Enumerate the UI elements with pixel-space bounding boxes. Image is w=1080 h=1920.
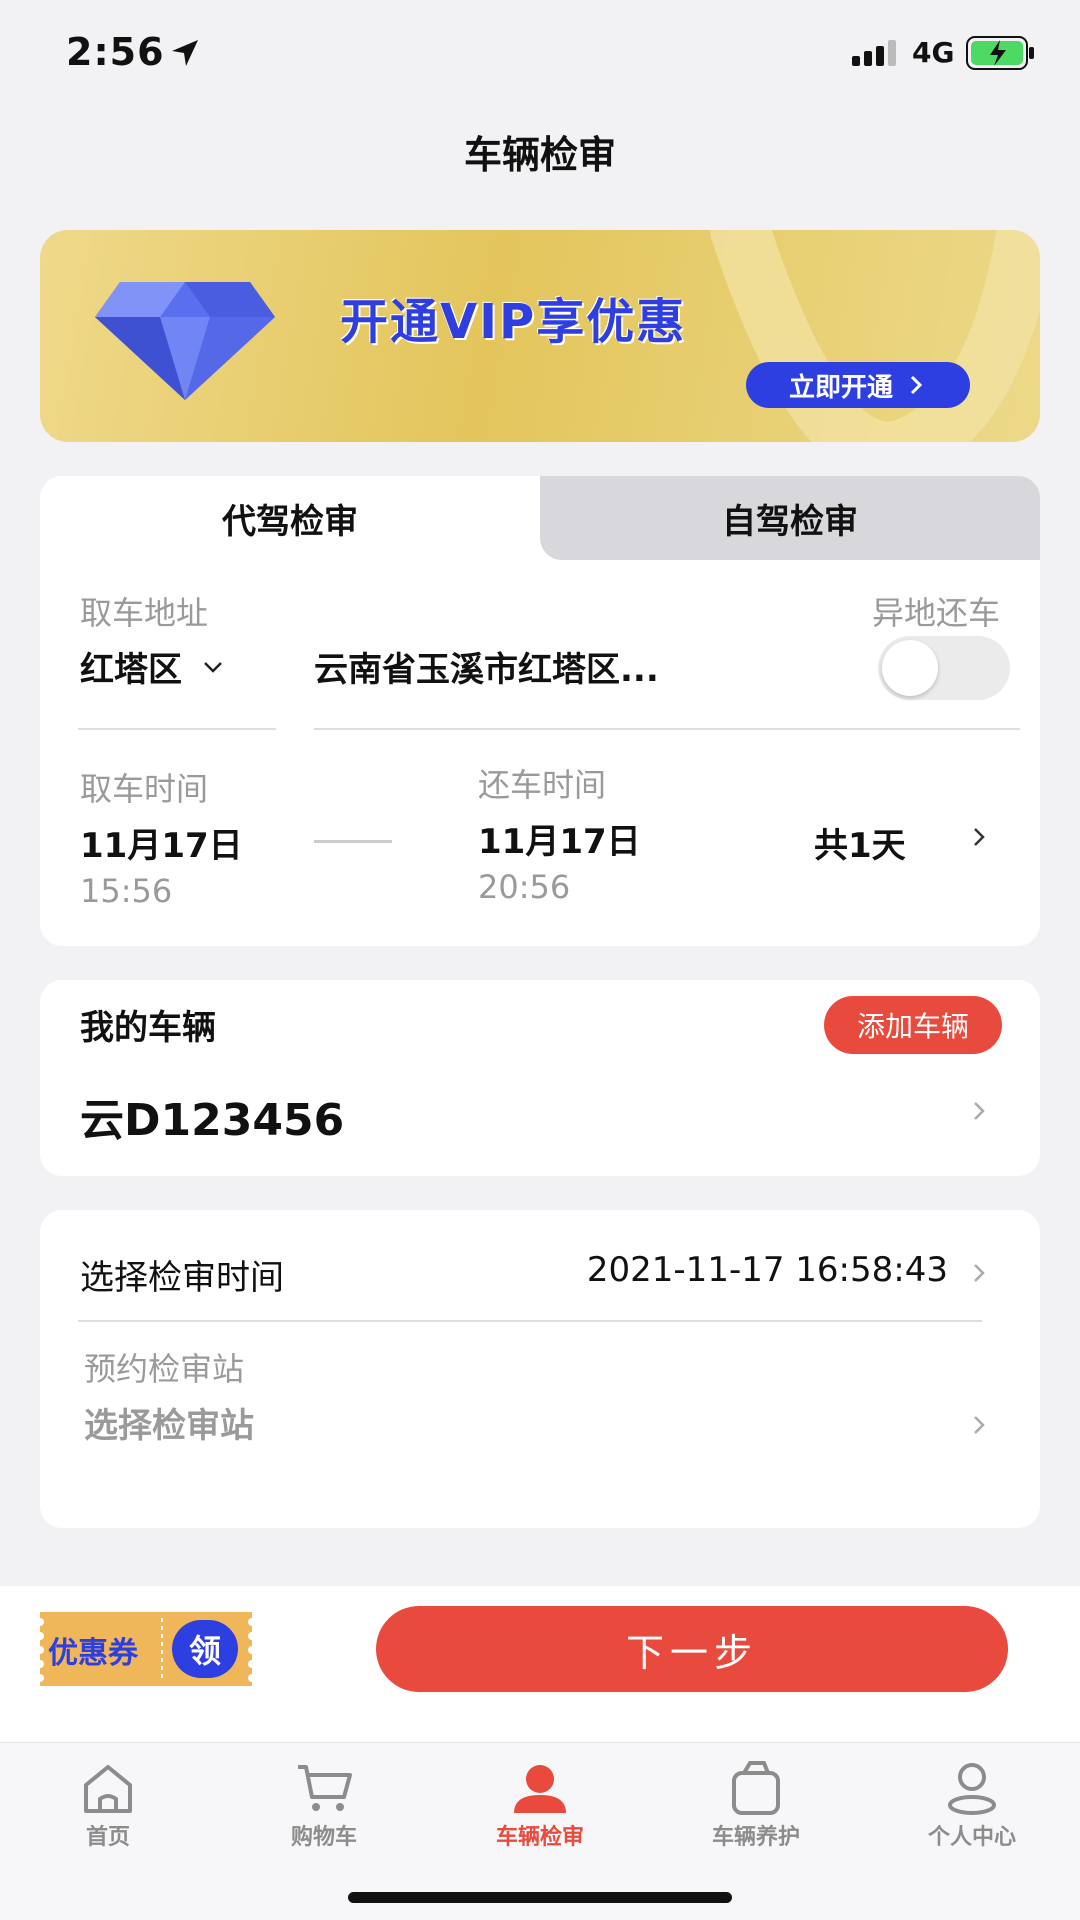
location-arrow-icon: [172, 40, 198, 66]
page-title: 车辆检审: [463, 133, 616, 177]
return-date: 11月17日: [478, 822, 641, 862]
coupon-button[interactable]: 优惠券 领: [40, 1612, 252, 1686]
add-vehicle-button[interactable]: 添加车辆: [824, 996, 1002, 1054]
tab-vehicle-inspection[interactable]: 车辆检审: [432, 1761, 648, 1851]
signal-icon: [852, 40, 896, 66]
home-icon: [84, 1765, 132, 1813]
tab-profile[interactable]: 个人中心: [864, 1761, 1080, 1851]
inspection-time-row[interactable]: 选择检审时间 2021-11-17 16:58:43: [40, 1240, 1040, 1310]
next-step-button[interactable]: 下一步: [376, 1606, 1008, 1692]
vehicle-plate: 云D123456: [80, 1095, 345, 1146]
cart-icon: [298, 1765, 352, 1811]
inspection-station-label: 预约检审站: [84, 1350, 245, 1388]
vehicle-card: 我的车辆 添加车辆 云D123456: [40, 980, 1040, 1176]
vehicle-row[interactable]: 云D123456: [40, 1076, 1040, 1166]
pickup-time-label: 取车时间: [80, 770, 209, 808]
divider: [314, 728, 1020, 730]
status-time: 2:56: [66, 30, 165, 74]
divider: [78, 1320, 982, 1322]
inspection-time-value: 2021-11-17 16:58:43: [586, 1250, 948, 1290]
district-selector[interactable]: 红塔区: [80, 642, 224, 691]
return-time: 20:56: [478, 868, 571, 906]
date-dash: [314, 840, 392, 843]
person-icon: [514, 1765, 566, 1813]
pickup-time: 15:56: [80, 872, 173, 910]
diamond-icon: [95, 282, 275, 400]
pickup-address-label: 取车地址: [80, 594, 209, 632]
bottom-action-bar: 优惠券 领 下一步: [0, 1586, 1080, 1742]
user-icon: [948, 1763, 996, 1815]
chevron-right-icon: [910, 375, 923, 395]
tab-vehicle-maintenance[interactable]: 车辆养护: [648, 1761, 864, 1851]
tab-label: 个人中心: [927, 1825, 1016, 1850]
vip-banner[interactable]: 开通VIP享优惠 立即开通: [40, 230, 1040, 442]
tab-self-drive-inspection[interactable]: 自驾检审: [540, 476, 1040, 560]
tab-label: 车辆检审: [495, 1825, 584, 1850]
tab-cart[interactable]: 购物车: [216, 1761, 432, 1851]
chevron-right-icon: [974, 1102, 985, 1120]
chevron-right-icon: [974, 1264, 985, 1282]
return-elsewhere-toggle[interactable]: [878, 636, 1010, 700]
coupon-label: 优惠券: [48, 1636, 138, 1671]
return-elsewhere-label: 异地还车: [871, 594, 1000, 632]
toggle-knob: [882, 640, 938, 696]
home-indicator: [348, 1892, 732, 1903]
tab-home[interactable]: 首页: [0, 1761, 216, 1851]
tab-label: 首页: [85, 1825, 130, 1850]
battery-charging-icon: [966, 36, 1034, 70]
network-label: 4G: [912, 36, 955, 69]
bag-icon: [732, 1761, 780, 1815]
district-value: 红塔区: [80, 650, 182, 690]
tab-label: 车辆养护: [711, 1825, 800, 1850]
return-time-label: 还车时间: [478, 766, 607, 804]
inspection-station-row[interactable]: 预约检审站 选择检审站: [40, 1340, 1040, 1480]
coupon-claim-badge: 领: [172, 1620, 238, 1678]
banner-title: 开通VIP享优惠: [340, 294, 687, 350]
inspection-time-label: 选择检审时间: [80, 1258, 284, 1298]
inspection-station-placeholder: 选择检审站: [84, 1406, 254, 1446]
inspection-card: 选择检审时间 2021-11-17 16:58:43 预约检审站 选择检审站: [40, 1210, 1040, 1528]
service-card: 自驾检审 代驾检审 取车地址 异地还车 红塔区 云南省玉溪市红塔区... 取车时…: [40, 476, 1040, 946]
tab-label: 购物车: [290, 1825, 357, 1850]
divider: [78, 728, 276, 730]
duration-value: 共1天: [814, 826, 906, 866]
vehicle-section-title: 我的车辆: [80, 1008, 216, 1048]
chevron-right-icon: [974, 1416, 985, 1434]
pickup-address-field[interactable]: 云南省玉溪市红塔区...: [314, 642, 659, 691]
chevron-down-icon: [204, 661, 222, 673]
pickup-date: 11月17日: [80, 826, 243, 866]
tab-valet-inspection[interactable]: 代驾检审: [40, 476, 540, 560]
date-range-selector[interactable]: 取车时间 11月17日 15:56 还车时间 11月17日 20:56 共1天: [40, 756, 1040, 946]
chevron-right-icon: [974, 828, 985, 846]
open-vip-label: 立即开通: [788, 372, 893, 403]
banner-v-decoration: [710, 230, 1040, 442]
open-vip-button[interactable]: 立即开通: [746, 362, 970, 408]
